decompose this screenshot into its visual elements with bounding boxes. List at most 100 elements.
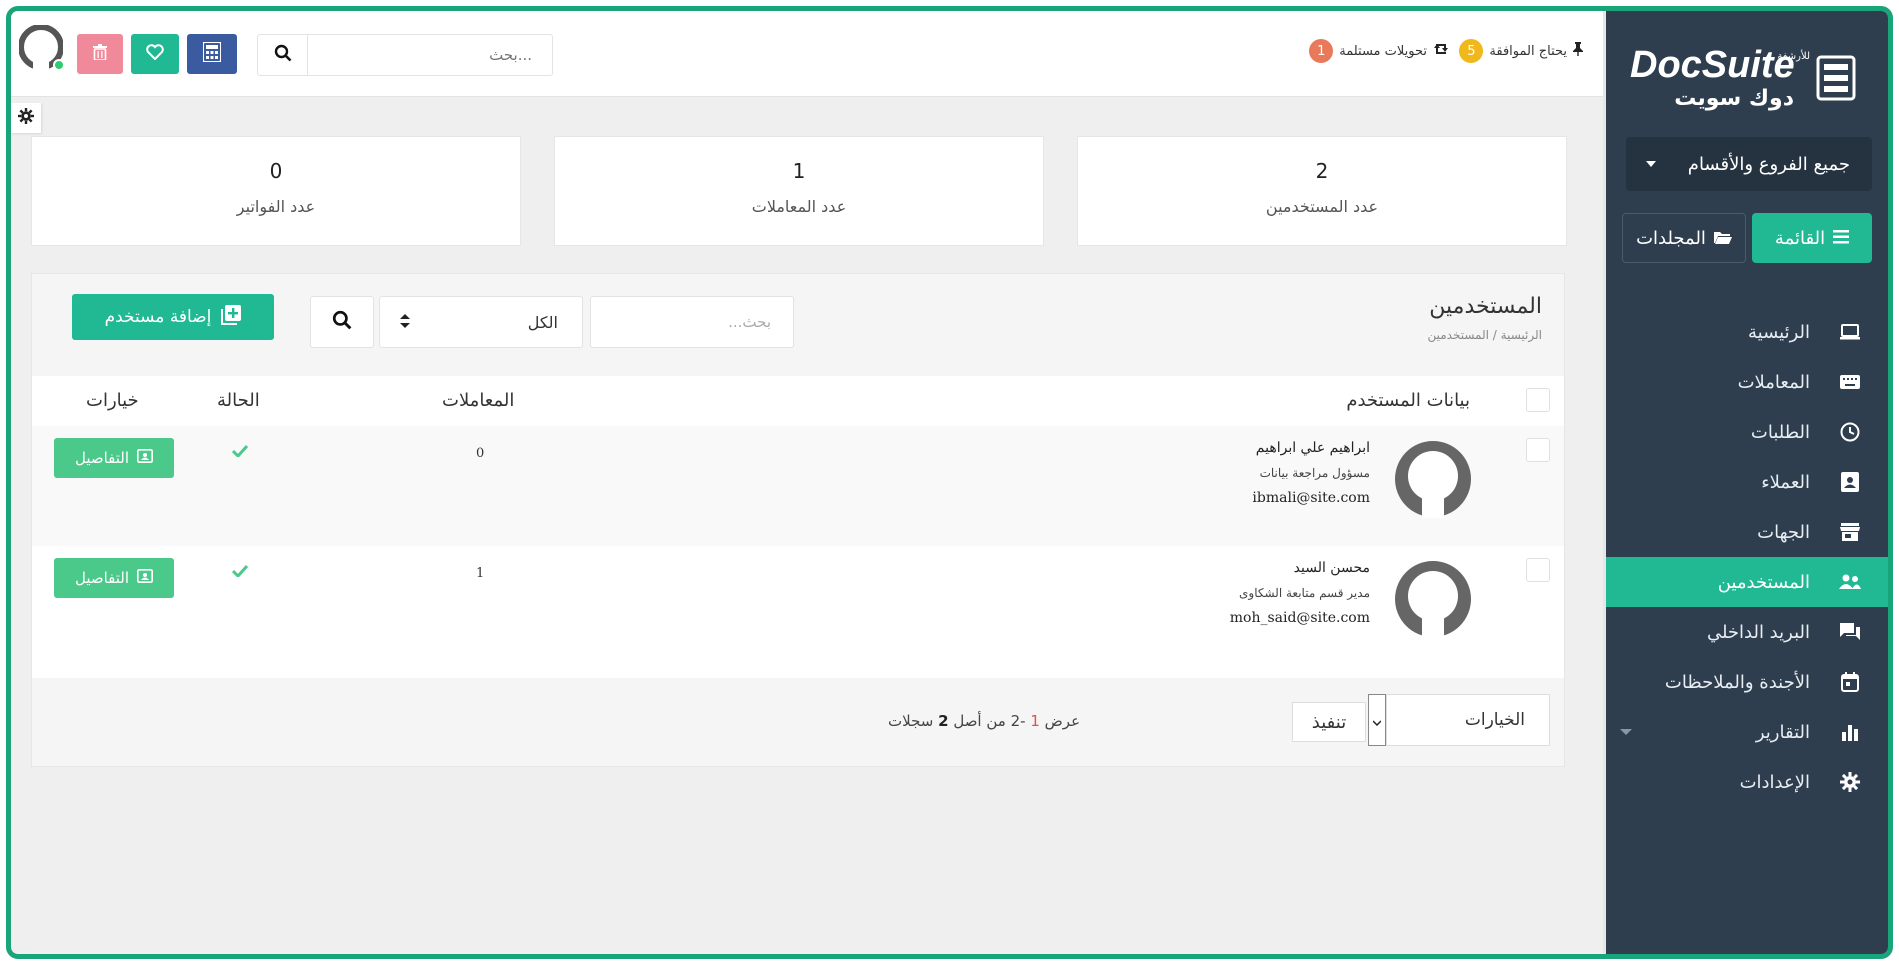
column-header-status[interactable]: الحالة — [217, 390, 260, 411]
bulk-options-select[interactable]: الخيارات — [1386, 694, 1550, 746]
received-transfers-notice[interactable]: تحويلات مستلمة 1 — [1309, 39, 1451, 63]
stat-value: 1 — [792, 159, 806, 183]
add-box-icon — [221, 304, 242, 330]
chevron-down-icon — [1620, 729, 1632, 735]
favorites-button[interactable] — [131, 34, 179, 74]
menu-button-label: القائمة — [1774, 227, 1826, 249]
user-transactions-count: 1 — [476, 566, 485, 581]
user-avatar — [1394, 560, 1472, 638]
trash-icon — [93, 44, 107, 64]
row-checkbox[interactable] — [1526, 558, 1550, 582]
search-button[interactable] — [258, 35, 308, 75]
bar-chart-icon — [1838, 720, 1862, 744]
brand-name-ar: دوك سويت — [1674, 86, 1794, 111]
pagination-range: -2 من أصل — [953, 712, 1026, 730]
user-role: مسؤول مراجعة بيانات — [1259, 466, 1370, 480]
sidebar-item-users[interactable]: المستخدمين — [1606, 557, 1888, 607]
stat-value: 2 — [1315, 159, 1329, 183]
pagination-info: عرض 1 -2 من أصل 2 سجلات — [888, 712, 1080, 730]
users-icon — [1838, 570, 1862, 594]
sidebar-item-label: الرئيسية — [1748, 321, 1810, 343]
users-panel-header: المستخدمين الرئيسية / المستخدمين بحث... … — [32, 274, 1564, 376]
heart-icon — [146, 44, 164, 64]
hamburger-icon — [1833, 228, 1850, 249]
folders-button[interactable]: المجلدات — [1622, 213, 1746, 263]
user-avatar — [1394, 440, 1472, 518]
pending-approval-notice[interactable]: يحتاج الموافقة 5 — [1459, 39, 1583, 63]
sidebar-item-label: المعاملات — [1737, 371, 1810, 393]
sidebar-item-home[interactable]: الرئيسية — [1606, 307, 1888, 357]
table-row: ابراهيم علي ابراهيم مسؤول مراجعة بيانات … — [32, 426, 1564, 546]
sidebar-item-internal-mail[interactable]: البريد الداخلي — [1606, 607, 1888, 657]
pagination-from: 1 — [1030, 712, 1040, 730]
user-name[interactable]: محسن السيد — [1294, 560, 1370, 576]
user-transactions-count: 0 — [476, 446, 485, 461]
sidebar-item-label: العملاء — [1761, 471, 1810, 493]
brand-logo[interactable]: DocSuite للأرشفة دوك سويت — [1624, 37, 1864, 117]
stat-card-invoices: 0 عدد الفواتير — [31, 136, 521, 246]
details-label: التفاصيل — [74, 569, 130, 587]
branch-selector[interactable]: جميع الفروع والأقسام — [1626, 137, 1872, 191]
search-input[interactable] — [308, 35, 552, 75]
stat-card-users: 2 عدد المستخدمين — [1077, 136, 1567, 246]
add-user-label: إضافة مستخدم — [104, 307, 212, 327]
delete-button[interactable] — [77, 34, 123, 74]
store-icon — [1838, 520, 1862, 544]
sidebar-item-settings[interactable]: الإعدادات — [1606, 757, 1888, 807]
sidebar-item-label: التقارير — [1755, 721, 1810, 743]
sidebar-item-label: المستخدمين — [1717, 571, 1810, 593]
bulk-options-dropdown[interactable] — [1368, 694, 1386, 746]
pagination-prefix: عرض — [1044, 712, 1081, 730]
received-transfers-count: 1 — [1309, 39, 1334, 63]
sidebar: DocSuite للأرشفة دوك سويت جميع الفروع وا… — [1603, 11, 1888, 954]
execute-button[interactable]: تنفيذ — [1292, 702, 1366, 742]
calculator-button[interactable] — [187, 34, 237, 74]
pagination-total: 2 — [938, 712, 949, 730]
chat-icon — [1838, 620, 1862, 644]
breadcrumb[interactable]: الرئيسية / المستخدمين — [1428, 328, 1543, 342]
details-button[interactable]: التفاصيل — [54, 558, 174, 598]
check-icon — [231, 442, 249, 461]
users-table-header: بيانات المستخدم المعاملات الحالة خيارات — [32, 376, 1564, 426]
row-checkbox[interactable] — [1526, 438, 1550, 462]
users-filter-select[interactable]: الكل — [379, 296, 583, 348]
user-role: مدير قسم متابعة الشكاوى — [1239, 586, 1370, 600]
stat-label: عدد المعاملات — [751, 197, 847, 216]
users-panel-footer: الخيارات تنفيذ عرض 1 -2 من أصل 2 سجلات — [32, 678, 1564, 766]
app-frame: DocSuite للأرشفة دوك سويت جميع الفروع وا… — [6, 6, 1893, 959]
sidebar-item-agenda[interactable]: الأجندة والملاحظات — [1606, 657, 1888, 707]
table-row: محسن السيد مدير قسم متابعة الشكاوى moh_s… — [32, 546, 1564, 666]
stat-value: 0 — [269, 159, 283, 183]
users-search-button[interactable] — [310, 296, 374, 348]
sidebar-item-label: الإعدادات — [1739, 771, 1810, 793]
sidebar-item-entities[interactable]: الجهات — [1606, 507, 1888, 557]
sidebar-item-reports[interactable]: التقارير — [1606, 707, 1888, 757]
details-button[interactable]: التفاصيل — [54, 438, 174, 478]
brand-tagline: للأرشفة — [1777, 49, 1810, 62]
column-header-transactions[interactable]: المعاملات — [442, 390, 514, 411]
add-user-button[interactable]: إضافة مستخدم — [72, 294, 274, 340]
column-header-user[interactable]: بيانات المستخدم — [1346, 390, 1470, 411]
menu-button[interactable]: القائمة — [1752, 213, 1872, 263]
folders-button-label: المجلدات — [1636, 227, 1706, 249]
retweet-icon — [1433, 42, 1451, 60]
calculator-icon — [202, 41, 222, 66]
brand-name-en: DocSuite — [1630, 44, 1795, 86]
sidebar-item-transactions[interactable]: المعاملات — [1606, 357, 1888, 407]
sidebar-item-requests[interactable]: الطلبات — [1606, 407, 1888, 457]
stat-card-transactions: 1 عدد المعاملات — [554, 136, 1044, 246]
sidebar-nav: الرئيسية المعاملات الطلبات العملاء الجها… — [1606, 307, 1888, 807]
settings-toggle[interactable] — [11, 103, 41, 133]
sidebar-item-clients[interactable]: العملاء — [1606, 457, 1888, 507]
gear-icon — [18, 108, 34, 128]
user-email: moh_said@site.com — [1229, 610, 1370, 626]
topbar: يحتاج الموافقة 5 تحويلات مستلمة 1 — [11, 11, 1603, 97]
received-transfers-label: تحويلات مستلمة — [1339, 43, 1427, 59]
users-search-input[interactable]: بحث... — [590, 296, 794, 348]
select-all-checkbox[interactable] — [1526, 388, 1550, 412]
details-label: التفاصيل — [74, 449, 130, 467]
user-name[interactable]: ابراهيم علي ابراهيم — [1256, 440, 1370, 456]
chevron-down-icon — [1372, 711, 1382, 730]
id-card-icon — [137, 449, 154, 467]
sidebar-item-label: الجهات — [1757, 521, 1810, 543]
